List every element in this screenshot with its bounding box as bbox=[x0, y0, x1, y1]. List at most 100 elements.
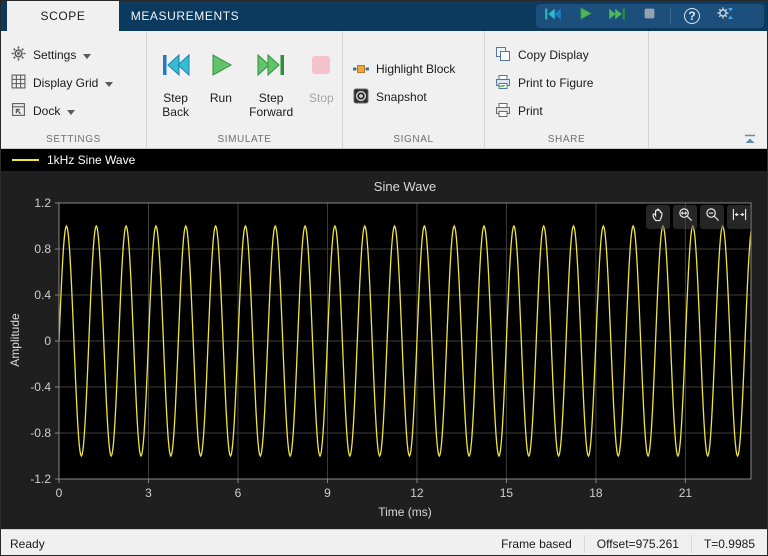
snapshot-camera-icon bbox=[353, 88, 369, 107]
svg-text:6: 6 bbox=[235, 486, 242, 500]
chevron-down-icon bbox=[105, 76, 114, 90]
svg-text:0.8: 0.8 bbox=[34, 242, 51, 256]
status-message: Ready bbox=[10, 536, 45, 551]
step-forward-label: Step Forward bbox=[249, 91, 294, 119]
legend-line-sample bbox=[12, 159, 39, 161]
pan-button[interactable] bbox=[646, 205, 670, 229]
settings-menu-button[interactable]: Settings bbox=[1, 41, 146, 69]
zoom-out-icon bbox=[705, 207, 720, 227]
snapshot-button[interactable]: Snapshot bbox=[343, 83, 484, 111]
legend-strip: 1kHz Sine Wave bbox=[1, 149, 767, 171]
run-icon bbox=[208, 51, 234, 84]
svg-text:0.4: 0.4 bbox=[34, 288, 51, 302]
zoom-out-button[interactable] bbox=[700, 205, 724, 229]
copy-display-button[interactable]: Copy Display bbox=[485, 41, 648, 69]
section-signal: Highlight Block Snapshot SIGNAL bbox=[343, 31, 485, 148]
section-settings: Settings Display Grid Dock SETTINGS bbox=[1, 31, 147, 148]
section-label-simulate: SIMULATE bbox=[217, 134, 272, 145]
pan-hand-icon bbox=[651, 207, 666, 227]
collapse-ribbon-icon bbox=[743, 132, 757, 149]
printer-icon bbox=[495, 102, 511, 121]
zoom-x-icon bbox=[678, 207, 693, 227]
toolstrip-ribbon: Settings Display Grid Dock SETTINGS Step… bbox=[1, 31, 767, 149]
stop-button[interactable]: Stop bbox=[301, 31, 342, 131]
quick-stop-button[interactable] bbox=[638, 6, 660, 26]
section-share: Copy Display Print to Figure Print SHARE bbox=[485, 31, 649, 148]
svg-text:21: 21 bbox=[679, 486, 693, 500]
print-to-figure-button[interactable]: Print to Figure bbox=[485, 69, 648, 97]
grid-icon bbox=[11, 74, 26, 92]
section-simulate: Step Back Run Step Forward Stop SIMULATE bbox=[147, 31, 343, 148]
svg-text:0: 0 bbox=[56, 486, 63, 500]
chevron-down-icon bbox=[83, 48, 92, 62]
quick-run-button[interactable] bbox=[574, 6, 596, 26]
fit-to-view-button[interactable] bbox=[727, 205, 751, 229]
dock-icon bbox=[11, 102, 26, 120]
status-bar: Ready Frame based Offset=975.261 T=0.998… bbox=[1, 529, 767, 555]
stop-icon bbox=[309, 51, 333, 84]
dock-label: Dock bbox=[33, 104, 61, 118]
scope-preferences-button[interactable] bbox=[713, 6, 735, 26]
legend-series-label[interactable]: 1kHz Sine Wave bbox=[47, 153, 135, 167]
toolstrip-tabbar: SCOPE MEASUREMENTS ? bbox=[1, 1, 767, 31]
display-grid-button[interactable]: Display Grid bbox=[1, 69, 146, 97]
svg-text:0: 0 bbox=[44, 334, 51, 348]
svg-text:12: 12 bbox=[410, 486, 424, 500]
run-button[interactable]: Run bbox=[200, 31, 241, 131]
quick-step-forward-button[interactable] bbox=[606, 6, 628, 26]
print-label: Print bbox=[518, 104, 543, 118]
run-icon bbox=[578, 6, 593, 26]
quick-access-toolbar: ? bbox=[536, 4, 764, 28]
tab-scope[interactable]: SCOPE bbox=[7, 1, 119, 31]
step-forward-icon bbox=[608, 6, 626, 27]
section-label-signal: SIGNAL bbox=[393, 134, 434, 145]
stop-icon bbox=[643, 7, 656, 25]
status-sim-time: T=0.9985 bbox=[690, 534, 767, 553]
stop-label: Stop bbox=[308, 91, 334, 105]
scope-window: SCOPE MEASUREMENTS ? Settings Display Gr… bbox=[0, 0, 768, 556]
svg-text:3: 3 bbox=[145, 486, 152, 500]
print-to-figure-label: Print to Figure bbox=[518, 76, 594, 90]
display-grid-label: Display Grid bbox=[33, 76, 99, 90]
help-icon: ? bbox=[684, 8, 700, 24]
quick-step-back-button[interactable] bbox=[542, 6, 564, 26]
step-forward-icon bbox=[256, 51, 286, 84]
highlight-block-icon bbox=[353, 60, 369, 79]
svg-text:15: 15 bbox=[500, 486, 514, 500]
scope-display: Sine Wave 0 3 6 9 12 15 18 21 -1.2 -0.8 -0.4 0 0.4 0.… bbox=[1, 171, 767, 529]
step-forward-button[interactable]: Step Forward bbox=[242, 31, 301, 131]
svg-text:18: 18 bbox=[589, 486, 603, 500]
svg-text:9: 9 bbox=[324, 486, 331, 500]
tab-measurements[interactable]: MEASUREMENTS bbox=[119, 1, 251, 31]
toolbar-separator bbox=[670, 8, 671, 24]
gear-icon bbox=[11, 46, 26, 64]
highlight-block-label: Highlight Block bbox=[376, 62, 456, 76]
axes-toolbar bbox=[646, 205, 751, 229]
step-back-button[interactable]: Step Back bbox=[151, 31, 200, 131]
copy-icon bbox=[495, 46, 511, 65]
collapse-ribbon-button[interactable] bbox=[743, 132, 759, 144]
settings-label: Settings bbox=[33, 48, 77, 62]
gear-arrows-icon bbox=[716, 5, 733, 27]
svg-text:1.2: 1.2 bbox=[34, 197, 51, 210]
svg-text:-0.8: -0.8 bbox=[30, 426, 51, 440]
section-label-share: SHARE bbox=[547, 134, 586, 145]
tab-measurements-label: MEASUREMENTS bbox=[130, 9, 240, 23]
chevron-down-icon bbox=[67, 104, 76, 118]
axes-canvas: 0 3 6 9 12 15 18 21 -1.2 -0.8 -0.4 0 0.4 0.8 1.2 bbox=[30, 197, 752, 500]
status-frame-mode: Frame based bbox=[501, 536, 572, 551]
highlight-block-button[interactable]: Highlight Block bbox=[343, 55, 484, 83]
step-back-label: Step Back bbox=[162, 91, 189, 119]
dock-button[interactable]: Dock bbox=[1, 97, 146, 125]
section-label-settings: SETTINGS bbox=[46, 134, 101, 145]
span-arrows-icon bbox=[732, 207, 747, 227]
plot-title: Sine Wave bbox=[373, 179, 437, 194]
run-label: Run bbox=[209, 91, 232, 105]
status-offset: Offset=975.261 bbox=[583, 534, 691, 553]
print-button[interactable]: Print bbox=[485, 97, 648, 125]
help-button[interactable]: ? bbox=[681, 6, 703, 26]
svg-text:-1.2: -1.2 bbox=[30, 472, 51, 486]
step-back-icon bbox=[544, 6, 562, 27]
copy-display-label: Copy Display bbox=[518, 48, 589, 62]
zoom-x-button[interactable] bbox=[673, 205, 697, 229]
